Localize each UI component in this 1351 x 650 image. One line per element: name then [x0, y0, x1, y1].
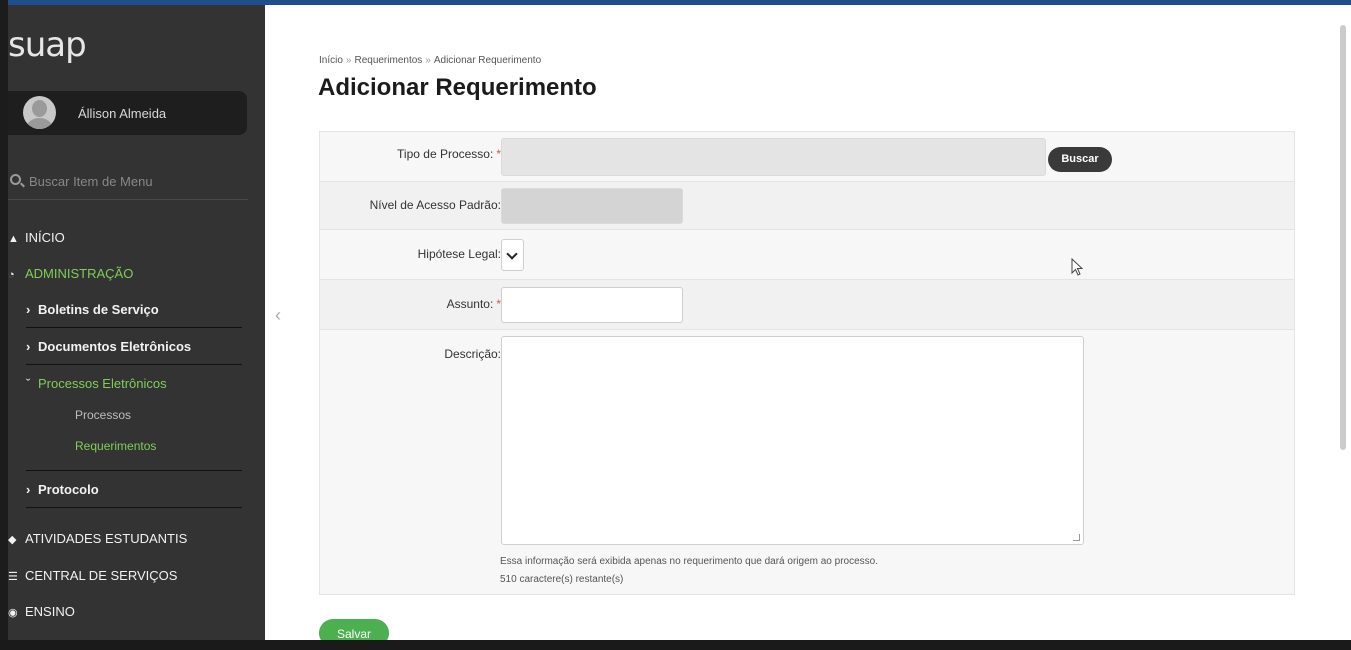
row-assunto: Assunto: * [320, 280, 1294, 330]
bottom-bar [0, 640, 1351, 650]
menu-item-label: CENTRAL DE SERVIÇOS [25, 568, 178, 583]
menu-item-administracao[interactable]: ◔ ADMINISTRAÇÃO [8, 266, 133, 281]
divider [26, 470, 242, 471]
submenu-protocolo[interactable]: › Protocolo [26, 482, 242, 497]
user-name: Állison Almeida [78, 106, 167, 121]
menu-leaf-processos[interactable]: Processos [75, 408, 131, 422]
submenu-label: Documentos Eletrônicos [38, 339, 192, 354]
row-descricao: Descrição: Essa informação será exibida … [320, 330, 1294, 594]
scrollbar[interactable] [1340, 25, 1346, 450]
chars-remaining: 510 caractere(s) restante(s) [500, 574, 624, 585]
menu-search[interactable]: Buscar Item de Menu [8, 168, 248, 200]
descricao-label: Descrição: [444, 347, 501, 361]
suap-logo[interactable]: suap [8, 25, 87, 65]
menu-leaf-requerimentos[interactable]: Requerimentos [75, 439, 156, 453]
chevron-right-icon: › [26, 482, 31, 497]
submenu-label: Processos Eletrônicos [38, 376, 167, 391]
resize-handle-icon[interactable] [1073, 534, 1080, 541]
breadcrumb: Início» Requerimentos» Adicionar Requerime… [319, 55, 541, 66]
compass-icon: ◉ [8, 607, 18, 619]
descricao-textarea[interactable] [501, 336, 1084, 545]
breadcrumb-separator: » [425, 55, 431, 66]
search-icon [10, 174, 21, 185]
menu-search-input[interactable]: Buscar Item de Menu [29, 174, 153, 189]
divider [26, 364, 242, 365]
nivel-acesso-label: Nível de Acesso Padrão: [369, 198, 501, 212]
requerimento-form: Tipo de Processo: * Buscar Nível de Acess… [319, 131, 1295, 595]
menu-item-inicio[interactable]: ▲ INÍCIO [8, 230, 65, 245]
hipotese-legal-select[interactable] [501, 239, 524, 271]
sidebar: suap Állison Almeida Buscar Item de Menu… [8, 5, 265, 640]
breadcrumb-current: Adicionar Requerimento [433, 55, 542, 66]
chevron-right-icon: › [26, 302, 31, 317]
assunto-input[interactable] [501, 287, 683, 323]
avatar [23, 96, 56, 129]
menu-item-label: ADMINISTRAÇÃO [25, 266, 134, 281]
menu-item-label: INÍCIO [25, 230, 65, 245]
chevron-right-icon: › [26, 339, 31, 354]
hipotese-legal-label: Hipótese Legal: [417, 247, 501, 261]
buscar-button[interactable]: Buscar [1048, 147, 1112, 172]
divider [26, 507, 242, 508]
home-icon: ▲ [8, 233, 19, 245]
user-profile[interactable]: Állison Almeida [8, 91, 247, 135]
menu-item-central[interactable]: ☰ CENTRAL DE SERVIÇOS [8, 568, 177, 583]
collapse-sidebar-icon[interactable]: ‹ [275, 305, 281, 326]
tipo-processo-label: Tipo de Processo: * [397, 147, 501, 161]
descricao-help-text: Essa informação será exibida apenas no r… [500, 556, 878, 567]
assunto-label: Assunto: * [447, 297, 501, 311]
row-tipo-processo: Tipo de Processo: * Buscar [320, 132, 1294, 182]
submenu-processos-eletronicos[interactable]: ˇ Processos Eletrônicos [26, 376, 242, 391]
submenu-boletins[interactable]: › Boletins de Serviço [26, 302, 242, 317]
submenu-label: Protocolo [38, 482, 99, 497]
tipo-processo-field[interactable] [501, 138, 1046, 176]
window-edge [0, 0, 8, 650]
submenu-label: Boletins de Serviço [38, 302, 159, 317]
mouse-cursor-icon [1071, 258, 1084, 276]
row-nivel-acesso: Nível de Acesso Padrão: [320, 182, 1294, 230]
chevron-down-icon: ˇ [26, 376, 31, 391]
menu-item-label: ATIVIDADES ESTUDANTIS [25, 531, 188, 546]
label-text: Tipo de Processo: [397, 147, 494, 161]
pie-chart-icon: ◔ [8, 269, 15, 281]
nivel-acesso-field[interactable] [501, 188, 683, 224]
breadcrumb-requerimentos[interactable]: Requerimentos [354, 55, 422, 66]
page-title: Adicionar Requerimento [318, 74, 597, 101]
list-icon: ☰ [8, 571, 18, 583]
label-text: Assunto: [446, 297, 494, 311]
submenu-documentos[interactable]: › Documentos Eletrônicos [26, 339, 242, 354]
breadcrumb-separator: » [345, 55, 352, 66]
menu-item-atividades[interactable]: ◆ ATIVIDADES ESTUDANTIS [8, 531, 187, 546]
chevron-down-icon [506, 248, 518, 260]
menu-item-label: ENSINO [25, 604, 75, 619]
divider [26, 327, 242, 328]
breadcrumb-inicio[interactable]: Início [319, 55, 343, 66]
graduation-cap-icon: ◆ [8, 534, 17, 546]
row-hipotese-legal: Hipótese Legal: [320, 230, 1294, 280]
menu-item-ensino[interactable]: ◉ ENSINO [8, 604, 75, 619]
